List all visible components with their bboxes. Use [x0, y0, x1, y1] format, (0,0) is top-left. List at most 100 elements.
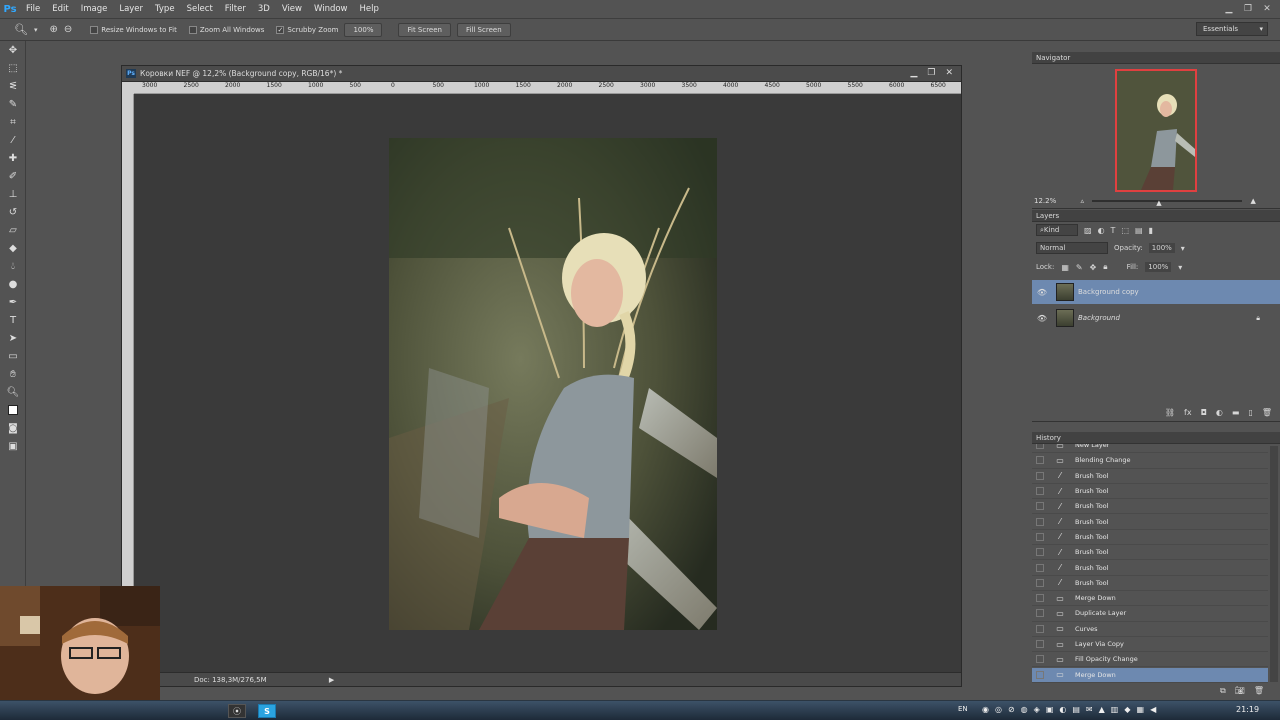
- close-icon[interactable]: ✕: [945, 68, 953, 78]
- canvas[interactable]: [134, 94, 961, 672]
- snapshot-icon[interactable]: 📷︎: [1235, 686, 1245, 696]
- taskbar-app-icon[interactable]: ⦿: [228, 704, 246, 718]
- shape-filter-icon[interactable]: ⬚: [1121, 226, 1129, 235]
- zoom-in-icon[interactable]: ▲: [1250, 197, 1255, 205]
- path-select-icon[interactable]: ➤: [0, 329, 26, 347]
- close-icon[interactable]: ✕: [1260, 3, 1274, 15]
- history-item[interactable]: ⁄ Brush Tool: [1032, 499, 1268, 515]
- history-item[interactable]: ▭ Layer Via Copy: [1032, 637, 1268, 653]
- minimize-icon[interactable]: ▁: [1222, 3, 1236, 15]
- history-source-box[interactable]: [1036, 471, 1044, 480]
- history-source-box[interactable]: [1036, 640, 1044, 649]
- portrait-photo[interactable]: [389, 138, 717, 630]
- tray-icon[interactable]: ◐: [1059, 705, 1066, 714]
- menu-select[interactable]: Select: [181, 0, 219, 19]
- resize-windows-checkbox[interactable]: Resize Windows to Fit: [90, 25, 177, 34]
- history-source-box[interactable]: [1036, 517, 1044, 526]
- photoshop-logo[interactable]: Ps: [0, 0, 20, 19]
- tray-icon[interactable]: ◎: [995, 705, 1002, 714]
- history-source-box[interactable]: [1036, 502, 1044, 511]
- layer-filter-select[interactable]: ⌕Kind: [1036, 224, 1078, 236]
- tab-history[interactable]: History: [1032, 432, 1280, 444]
- lock-transparent-icon[interactable]: ▦: [1061, 263, 1069, 272]
- group-icon[interactable]: ▬: [1232, 408, 1240, 417]
- fill-screen-button[interactable]: Fill Screen: [456, 22, 511, 37]
- tab-navigator[interactable]: Navigator: [1032, 52, 1280, 64]
- tray-icon[interactable]: ▲: [1099, 705, 1105, 714]
- menu-window[interactable]: Window: [308, 0, 354, 19]
- screen-mode-icon[interactable]: ▣: [0, 437, 26, 455]
- history-brush-icon[interactable]: ↺: [0, 203, 26, 221]
- minimize-icon[interactable]: ▁: [910, 68, 917, 78]
- history-item[interactable]: ▭ Merge Down: [1032, 591, 1268, 607]
- navigator-zoom-value[interactable]: 12.2%: [1034, 197, 1056, 205]
- menu-image[interactable]: Image: [75, 0, 114, 19]
- link-icon[interactable]: ⛓: [1165, 408, 1175, 417]
- image-filter-icon[interactable]: ▨: [1084, 226, 1092, 235]
- filter-toggle-icon[interactable]: ▮: [1149, 226, 1153, 235]
- ruler-origin[interactable]: [122, 82, 134, 94]
- eraser-tool-icon[interactable]: ▱: [0, 221, 26, 239]
- clock[interactable]: 21:19: [1236, 705, 1259, 714]
- type-tool-icon[interactable]: T: [0, 311, 26, 329]
- document-tab[interactable]: Ps Коровки NEF @ 12,2% (Background copy,…: [122, 66, 961, 82]
- adjustment-icon[interactable]: ◐: [1216, 408, 1223, 417]
- history-item[interactable]: ▭ Fill Opacity Change: [1032, 652, 1268, 668]
- layer-row-background[interactable]: 👁︎ Background 🔒︎: [1032, 306, 1280, 330]
- stamp-tool-icon[interactable]: ⊥: [0, 185, 26, 203]
- fx-icon[interactable]: fx: [1184, 408, 1192, 417]
- skype-icon[interactable]: S: [258, 704, 276, 718]
- quick-select-tool-icon[interactable]: ✎: [0, 95, 26, 113]
- lock-pixels-icon[interactable]: ✎: [1076, 263, 1083, 272]
- chevron-down-icon[interactable]: ▾: [1178, 263, 1182, 272]
- history-source-box[interactable]: [1036, 594, 1044, 603]
- tray-icon[interactable]: ◉: [982, 705, 989, 714]
- navigator-thumbnail[interactable]: [1115, 69, 1197, 192]
- lock-all-icon[interactable]: 🔒︎: [1103, 262, 1107, 272]
- history-item[interactable]: ⁄ Brush Tool: [1032, 560, 1268, 576]
- history-item[interactable]: ▭ New Layer: [1032, 444, 1268, 454]
- history-source-box[interactable]: [1036, 548, 1044, 557]
- play-icon[interactable]: ▶: [329, 676, 334, 684]
- horizontal-ruler[interactable]: 3000 2500 2000 1500 1000 500 0 500 1000 1500 2000 2…: [134, 82, 961, 94]
- lock-position-icon[interactable]: ✥: [1090, 263, 1097, 272]
- tray-icon[interactable]: ▣: [1046, 705, 1054, 714]
- dodge-tool-icon[interactable]: ●: [0, 275, 26, 293]
- zoom-out-icon[interactable]: ⊖: [64, 24, 72, 35]
- history-scrollbar[interactable]: [1270, 446, 1278, 682]
- zoom-100-button[interactable]: 100%: [344, 22, 383, 37]
- zoom-slider[interactable]: ▲: [1092, 199, 1243, 207]
- volume-icon[interactable]: ◀: [1150, 705, 1156, 714]
- menu-help[interactable]: Help: [354, 0, 385, 19]
- zoom-all-checkbox[interactable]: Zoom All Windows: [188, 25, 264, 34]
- tray-icon[interactable]: ▥: [1111, 705, 1119, 714]
- opacity-input[interactable]: 100%: [1148, 243, 1175, 253]
- history-item[interactable]: ▭ Blending Change: [1032, 453, 1268, 469]
- bucket-tool-icon[interactable]: ◆: [0, 239, 26, 257]
- network-icon[interactable]: ▦: [1137, 705, 1145, 714]
- healing-tool-icon[interactable]: ✚: [0, 149, 26, 167]
- history-source-box[interactable]: [1036, 563, 1044, 572]
- zoom-in-icon[interactable]: ⊕: [49, 24, 57, 35]
- workspace-select[interactable]: Essentials ▾: [1196, 22, 1268, 36]
- mask-icon[interactable]: ◘: [1201, 408, 1207, 417]
- history-item[interactable]: ⁄ Brush Tool: [1032, 545, 1268, 561]
- new-document-icon[interactable]: ⧉: [1220, 686, 1226, 696]
- tray-icon[interactable]: ⊘: [1008, 705, 1015, 714]
- scrubby-zoom-checkbox[interactable]: ✓ Scrubby Zoom: [276, 25, 338, 34]
- smart-filter-icon[interactable]: ▤: [1135, 226, 1143, 235]
- history-source-box[interactable]: [1036, 670, 1044, 679]
- history-item[interactable]: ⁄ Brush Tool: [1032, 515, 1268, 530]
- history-source-box[interactable]: [1036, 609, 1044, 618]
- tab-layers[interactable]: Layers: [1032, 210, 1280, 222]
- fit-screen-button[interactable]: Fit Screen: [398, 22, 451, 37]
- blend-mode-select[interactable]: Normal: [1036, 242, 1108, 254]
- trash-icon[interactable]: 🗑︎: [1262, 408, 1272, 417]
- brush-tool-icon[interactable]: ✐: [0, 167, 26, 185]
- shape-tool-icon[interactable]: ▭: [0, 347, 26, 365]
- history-item[interactable]: ▭ Duplicate Layer: [1032, 606, 1268, 622]
- zoom-tool-icon[interactable]: 🔍︎: [0, 383, 26, 401]
- new-layer-icon[interactable]: ▯: [1248, 408, 1252, 417]
- history-item[interactable]: ▭ Curves: [1032, 622, 1268, 637]
- menu-file[interactable]: File: [20, 0, 46, 19]
